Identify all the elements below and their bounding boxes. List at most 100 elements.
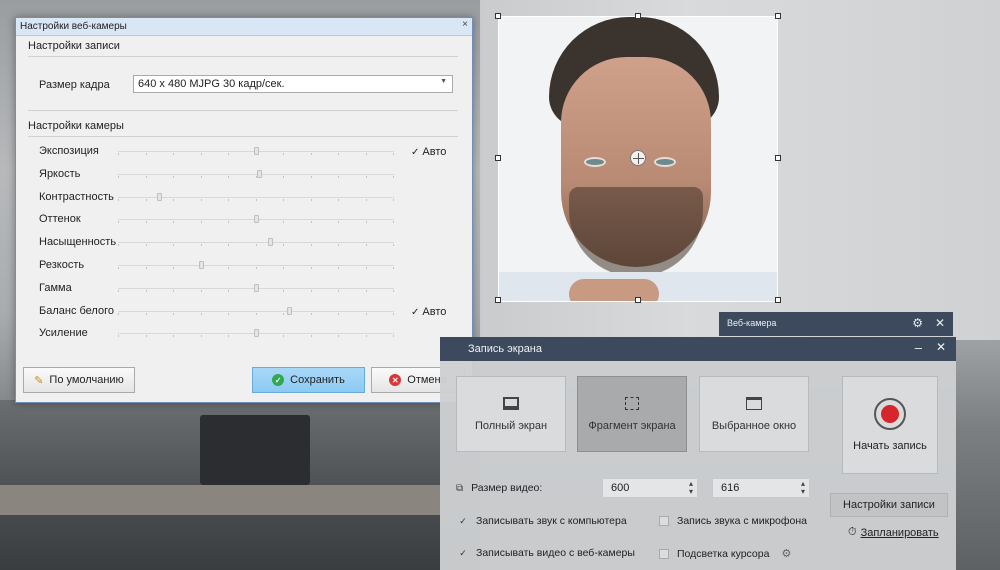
resize-handle-bottom-right[interactable] xyxy=(775,297,781,303)
slider-tick xyxy=(255,198,257,201)
minimize-icon[interactable]: – xyxy=(915,340,922,355)
save-button[interactable]: ✓ Сохранить xyxy=(252,367,365,393)
slider-tick xyxy=(255,244,257,247)
slider[interactable] xyxy=(118,283,394,292)
mode-window[interactable]: Выбранное окно xyxy=(699,376,809,452)
video-width-input[interactable]: 600 ▴ ▾ xyxy=(602,478,698,498)
slider-thumb[interactable] xyxy=(267,238,273,247)
slider-tick xyxy=(118,153,119,155)
resize-handle-left[interactable] xyxy=(495,155,501,161)
slider-tick xyxy=(118,221,119,224)
slider-thumb[interactable] xyxy=(287,306,293,315)
slider[interactable] xyxy=(118,215,394,224)
slider-thumb[interactable] xyxy=(254,147,259,155)
slider-tick xyxy=(365,153,367,155)
slider[interactable] xyxy=(118,169,394,178)
dialog-titlebar: Настройки веб-камеры × xyxy=(16,18,472,36)
slider-tick xyxy=(393,198,394,201)
mode-label: Фрагмент экрана xyxy=(588,419,676,432)
slider-tick xyxy=(283,175,284,178)
slider-thumb[interactable] xyxy=(198,261,204,269)
checkbox-computer-audio[interactable]: ✓ Записывать звук с компьютера xyxy=(458,515,627,527)
dialog-title: Настройки веб-камеры xyxy=(20,21,127,32)
checkbox-cursor-highlight[interactable]: Подсветка курсора ⚙ xyxy=(659,547,791,560)
resize-handle-bottom-left[interactable] xyxy=(495,297,501,303)
slider-tick xyxy=(118,312,119,315)
slider-thumb[interactable] xyxy=(157,192,163,201)
slider-tick xyxy=(310,312,312,315)
slider-tick xyxy=(228,221,229,224)
chevron-down-icon: ▼ xyxy=(440,78,447,85)
auto-checkbox[interactable]: ✓ Авто xyxy=(411,146,446,158)
slider[interactable] xyxy=(118,261,394,269)
checkbox-label: Записывать звук с компьютера xyxy=(476,515,627,527)
slider-thumb[interactable] xyxy=(254,283,259,292)
slider-tick xyxy=(228,289,229,292)
slider-tick xyxy=(200,198,202,201)
slider-tick xyxy=(173,289,174,292)
slider-thumb[interactable] xyxy=(254,215,259,224)
record-settings-button[interactable]: Настройки записи xyxy=(830,493,948,517)
cancel-icon: ✕ xyxy=(389,374,402,386)
slider-label: Контрастность xyxy=(39,190,114,203)
section-divider xyxy=(28,56,458,57)
move-crosshair-icon[interactable] xyxy=(630,150,646,166)
slider-tick xyxy=(393,335,394,338)
resize-handle-right[interactable] xyxy=(775,155,781,161)
slider-tick xyxy=(393,153,394,155)
width-spinner-icon[interactable]: ▴ ▾ xyxy=(689,480,693,496)
resize-handle-bottom[interactable] xyxy=(635,297,641,303)
slider-thumb[interactable] xyxy=(256,169,262,178)
slider-tick xyxy=(145,244,147,247)
slider[interactable] xyxy=(118,306,394,315)
slider-thumb[interactable] xyxy=(254,329,259,338)
checkbox-webcam-video[interactable]: ✓ Записывать видео с веб-камеры xyxy=(458,547,635,559)
slider-label: Экспозиция xyxy=(39,145,99,157)
resize-handle-top-left[interactable] xyxy=(495,13,501,19)
video-size-row: ⧉ Размер видео: xyxy=(456,482,542,494)
resize-handle-top[interactable] xyxy=(635,13,641,19)
slider[interactable] xyxy=(118,192,394,201)
slider-track xyxy=(118,265,394,266)
schedule-label: Запланировать xyxy=(860,526,939,539)
record-settings-label: Настройки записи xyxy=(843,499,935,511)
person-hand xyxy=(569,279,659,301)
start-recording-label: Начать запись xyxy=(853,440,927,452)
frame-size-select[interactable]: 640 x 480 MJPG 30 кадр/сек. ▼ xyxy=(133,75,453,93)
slider-tick xyxy=(118,267,119,269)
slider-tick xyxy=(338,153,339,155)
default-button[interactable]: ✎ По умолчанию xyxy=(23,367,135,393)
slider-tick xyxy=(228,244,229,247)
cursor-settings-gear-icon[interactable]: ⚙ xyxy=(781,547,791,560)
height-spinner-icon[interactable]: ▴ ▾ xyxy=(801,480,805,496)
mode-fragment[interactable]: Фрагмент экрана xyxy=(577,376,687,452)
gear-icon[interactable]: ⚙ xyxy=(912,316,923,330)
slider[interactable] xyxy=(118,147,394,155)
resize-icon: ⧉ xyxy=(456,482,464,494)
slider[interactable] xyxy=(118,238,394,247)
mode-fullscreen[interactable]: Полный экран xyxy=(456,376,566,452)
slider-track xyxy=(118,242,394,244)
slider-tick xyxy=(118,175,119,178)
screen-recording-panel: Запись экрана – ✕ Полный экран Фрагмент … xyxy=(440,337,956,570)
slider-tick xyxy=(118,335,119,338)
close-icon[interactable]: ✕ xyxy=(936,340,946,354)
auto-checkbox[interactable]: ✓ Авто xyxy=(411,306,446,318)
dialog-close-icon[interactable]: × xyxy=(462,19,468,30)
checkbox-microphone[interactable]: Запись звука с микрофона xyxy=(659,515,807,527)
slider-label: Усиление xyxy=(39,327,88,340)
resize-handle-top-right[interactable] xyxy=(775,13,781,19)
slider-label: Оттенок xyxy=(39,213,81,226)
slider-tick xyxy=(145,198,147,201)
slider[interactable] xyxy=(118,329,394,338)
start-recording-button[interactable]: Начать запись xyxy=(842,376,938,474)
slider-tick xyxy=(365,267,367,269)
slider-tick xyxy=(173,267,174,269)
monitor-icon xyxy=(503,396,519,410)
slider-tick xyxy=(228,335,229,338)
slider-tick xyxy=(338,289,339,292)
slider-tick xyxy=(200,312,202,315)
schedule-link[interactable]: ⏱ Запланировать xyxy=(848,526,939,539)
close-icon[interactable]: ✕ xyxy=(935,316,945,330)
video-height-input[interactable]: 616 ▴ ▾ xyxy=(712,478,810,498)
